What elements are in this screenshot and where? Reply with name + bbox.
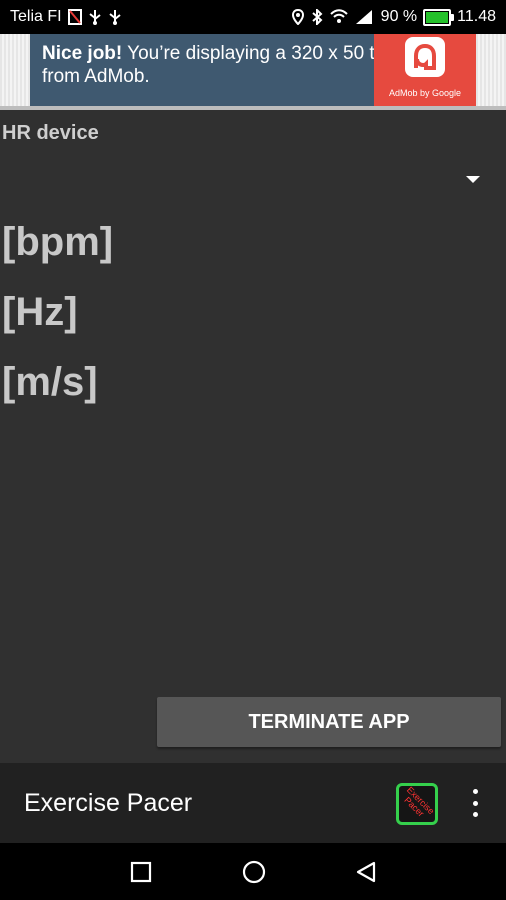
recent-apps-icon[interactable] xyxy=(128,859,154,885)
status-right: 90 % 11.48 xyxy=(291,8,496,26)
app-logo-text: Exercise Pacer xyxy=(402,784,437,819)
overflow-menu-icon[interactable] xyxy=(470,789,480,817)
dropdown-arrow-icon xyxy=(466,176,480,183)
back-icon[interactable] xyxy=(353,859,379,885)
app-title: Exercise Pacer xyxy=(24,789,193,817)
no-sim-icon xyxy=(67,9,82,25)
admob-logo-text: AdMob by Google xyxy=(388,88,462,98)
app-screen: Telia FI 90 % 11.48 Nice job! You’re dis… xyxy=(0,0,506,900)
status-bar: Telia FI 90 % 11.48 xyxy=(0,0,506,34)
ad-banner[interactable]: Nice job! You’re displaying a 320 x 50 t… xyxy=(30,34,476,106)
battery-outline xyxy=(423,8,455,26)
carrier-label: Telia FI xyxy=(10,8,62,25)
ad-highlight: Nice job! xyxy=(42,43,123,64)
usb-icon xyxy=(88,9,102,25)
hz-display: [Hz] xyxy=(2,290,78,334)
ad-banner-container: Nice job! You’re displaying a 320 x 50 t… xyxy=(0,34,506,110)
hr-device-label: HR device xyxy=(2,122,99,144)
status-left: Telia FI xyxy=(10,8,122,26)
app-logo-icon[interactable]: Exercise Pacer xyxy=(396,783,438,825)
admob-logo: AdMob by Google xyxy=(374,34,476,106)
home-icon[interactable] xyxy=(241,859,267,885)
app-bar: Exercise Pacer Exercise Pacer xyxy=(0,763,506,843)
speed-display: [m/s] xyxy=(2,360,98,404)
signal-icon xyxy=(355,9,373,25)
location-icon xyxy=(291,9,305,25)
hr-device-dropdown[interactable] xyxy=(0,154,506,202)
admob-icon xyxy=(405,37,445,77)
wifi-icon xyxy=(329,9,349,25)
clock: 11.48 xyxy=(457,8,496,25)
nav-bar xyxy=(0,843,506,900)
bpm-display: [bpm] xyxy=(2,220,114,264)
usb-icon xyxy=(108,9,122,25)
bluetooth-icon xyxy=(311,9,323,25)
terminate-app-button[interactable]: TERMINATE APP xyxy=(157,697,501,747)
battery-fill xyxy=(426,11,448,23)
battery-percent: 90 % xyxy=(380,8,418,25)
battery-icon xyxy=(423,8,455,26)
